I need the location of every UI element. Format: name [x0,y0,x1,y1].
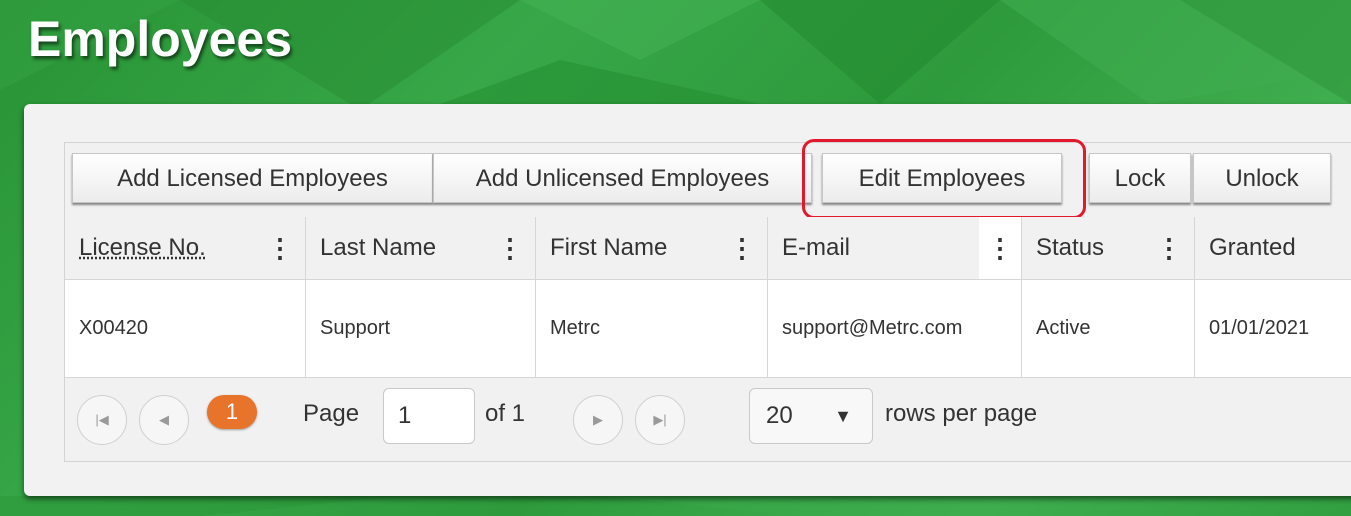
cell-email: support@Metrc.com [768,280,1022,377]
rows-per-page-label: rows per page [885,400,1038,427]
kebab-icon[interactable]: ⋮ [497,217,523,279]
last-page-icon[interactable]: ▶| [635,395,685,445]
rows-per-page-select[interactable]: 20 ▼ [749,388,873,444]
rows-per-page-value: 20 [766,402,793,429]
column-header-license-no[interactable]: License No. ⋮ [65,217,306,279]
next-page-icon[interactable]: ▶ [573,395,623,445]
page-number-input[interactable]: 1 [383,388,475,444]
first-page-icon[interactable]: |◀ [77,395,127,445]
add-unlicensed-employees-button[interactable]: Add Unlicensed Employees [433,153,812,203]
column-label: Last Name [320,234,437,261]
cell-status: Active [1022,280,1195,377]
kebab-icon[interactable]: ⋮ [729,217,755,279]
cell-last-name: Support [306,280,536,377]
employees-grid: Add Licensed Employees Add Unlicensed Em… [64,139,1351,462]
column-header-granted[interactable]: Granted [1195,217,1351,279]
table-row[interactable]: X00420 Support Metrc support@Metrc.com A… [65,280,1351,378]
grid-toolbar: Add Licensed Employees Add Unlicensed Em… [65,139,1351,219]
cell-first-name: Metrc [536,280,768,377]
table-header: License No. ⋮ Last Name ⋮ First Name ⋮ E… [65,217,1351,280]
page-label: Page [303,400,360,427]
cell-granted: 01/01/2021 [1209,317,1310,339]
unlock-button[interactable]: Unlock [1193,153,1331,203]
column-label: Status [1036,234,1105,261]
column-header-first-name[interactable]: First Name ⋮ [536,217,768,279]
page-title: Employees [28,11,293,67]
edit-employees-button[interactable]: Edit Employees [822,153,1062,203]
pager: |◀ ◀ 1 Page 1 of 1 ▶ ▶| 20 ▼ rows per pa… [65,378,1351,461]
column-label: License No. [79,234,206,261]
column-header-email[interactable]: E-mail ⋮ [768,217,1022,279]
add-licensed-employees-button[interactable]: Add Licensed Employees [72,153,433,203]
column-header-status[interactable]: Status ⋮ [1022,217,1195,279]
column-label: E-mail [782,234,851,261]
page-count-label: of 1 [485,400,526,427]
kebab-icon[interactable]: ⋮ [267,217,293,279]
kebab-icon[interactable]: ⋮ [979,217,1021,279]
kebab-icon[interactable]: ⋮ [1156,217,1182,279]
column-label: First Name [550,234,668,261]
cell-license-no: X00420 [65,280,306,377]
column-label: Granted [1209,234,1296,261]
lock-button[interactable]: Lock [1089,153,1191,203]
current-page-badge[interactable]: 1 [207,395,257,429]
previous-page-icon[interactable]: ◀ [139,395,189,445]
caret-down-icon: ▼ [834,406,852,426]
column-header-last-name[interactable]: Last Name ⋮ [306,217,536,279]
employees-panel: Add Licensed Employees Add Unlicensed Em… [24,104,1351,496]
